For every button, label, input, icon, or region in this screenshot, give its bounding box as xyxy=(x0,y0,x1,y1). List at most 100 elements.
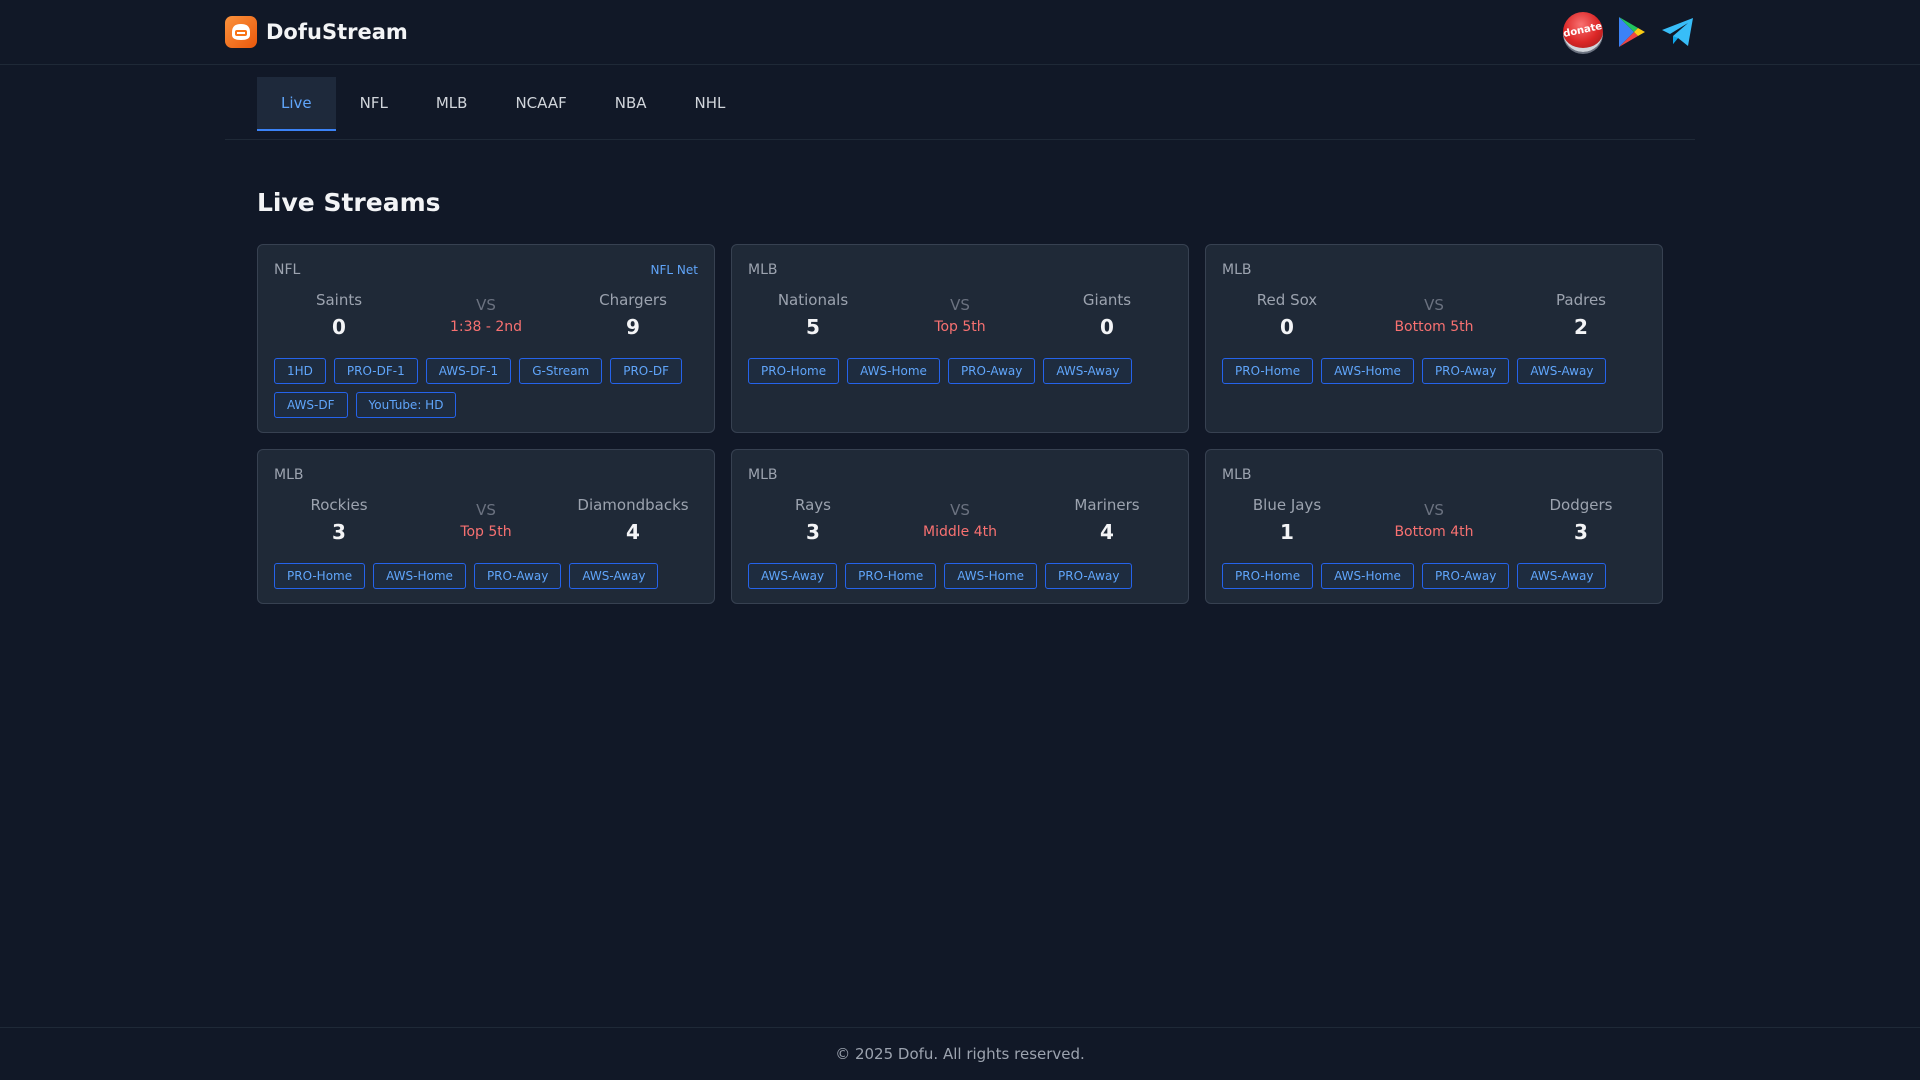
away-team-name: Giants xyxy=(1082,291,1132,309)
game-card: MLB Blue Jays 1 VS Bottom 4th Dodgers 3 … xyxy=(1205,449,1663,604)
away-team: Mariners 4 xyxy=(1042,496,1172,544)
game-status-block: VS Middle 4th xyxy=(895,496,1025,544)
matchup: Rockies 3 VS Top 5th Diamondbacks 4 xyxy=(274,496,698,544)
league-label: MLB xyxy=(748,467,778,483)
logo-icon xyxy=(225,16,257,48)
away-team-name: Diamondbacks xyxy=(577,496,689,514)
stream-button[interactable]: AWS-DF xyxy=(274,392,348,418)
home-team: Nationals 5 xyxy=(748,291,878,339)
away-team: Chargers 9 xyxy=(568,291,698,339)
stream-button[interactable]: AWS-Home xyxy=(373,563,466,589)
stream-button[interactable]: PRO-Away xyxy=(473,563,562,589)
home-team-name: Blue Jays xyxy=(1252,496,1322,514)
stream-button[interactable]: PRO-DF xyxy=(610,358,683,384)
stream-list: PRO-Home AWS-Home PRO-Away AWS-Away xyxy=(748,358,1172,384)
donate-label: donate xyxy=(1562,20,1604,40)
stream-button[interactable]: YouTube: HD xyxy=(355,392,457,418)
stream-button[interactable]: AWS-Home xyxy=(847,358,940,384)
stream-button[interactable]: PRO-DF-1 xyxy=(333,358,418,384)
stream-button[interactable]: AWS-Home xyxy=(944,563,1038,589)
away-team-name: Padres xyxy=(1556,291,1606,309)
google-play-icon[interactable] xyxy=(1615,15,1649,49)
stream-button[interactable]: PRO-Home xyxy=(845,563,937,589)
stream-button[interactable]: 1HD xyxy=(274,358,326,384)
home-team-score: 3 xyxy=(332,520,346,544)
stream-button[interactable]: PRO-Away xyxy=(1045,563,1133,589)
game-status: 1:38 - 2nd xyxy=(449,319,523,335)
game-status-block: VS Bottom 5th xyxy=(1369,291,1499,339)
donate-button[interactable]: donate xyxy=(1563,12,1603,52)
away-team-score: 4 xyxy=(1100,520,1114,544)
tab-nfl[interactable]: NFL xyxy=(336,77,412,131)
stream-button[interactable]: PRO-Home xyxy=(1222,563,1314,589)
home-team-score: 0 xyxy=(332,315,346,339)
main-content: Live Streams NFL NFL Net Saints 0 VS 1:3… xyxy=(225,188,1695,604)
home-team-score: 3 xyxy=(806,520,820,544)
matchup: Saints 0 VS 1:38 - 2nd Chargers 9 xyxy=(274,291,698,339)
tab-mlb[interactable]: MLB xyxy=(412,77,492,131)
away-team-name: Dodgers xyxy=(1549,496,1613,514)
stream-button[interactable]: AWS-Away xyxy=(1517,563,1607,589)
home-team-score: 0 xyxy=(1280,315,1294,339)
stream-list: PRO-Home AWS-Home PRO-Away AWS-Away xyxy=(1222,563,1646,589)
network-link[interactable]: NFL Net xyxy=(651,263,698,277)
stream-button[interactable]: G-Stream xyxy=(519,358,603,384)
game-card: MLB Red Sox 0 VS Bottom 5th Padres 2 PRO… xyxy=(1205,244,1663,433)
home-team: Blue Jays 1 xyxy=(1222,496,1352,544)
home-team: Rockies 3 xyxy=(274,496,404,544)
game-status: Top 5th xyxy=(460,524,512,540)
vs-label: VS xyxy=(1424,296,1444,314)
stream-button[interactable]: PRO-Away xyxy=(947,358,1036,384)
vs-label: VS xyxy=(950,296,970,314)
stream-button[interactable]: PRO-Home xyxy=(1222,358,1314,384)
brand[interactable]: DofuStream xyxy=(225,16,408,48)
header-actions: donate xyxy=(1563,12,1695,52)
league-label: NFL xyxy=(274,262,301,278)
footer-copyright: © 2025 Dofu. All rights reserved. xyxy=(835,1045,1085,1063)
matchup: Blue Jays 1 VS Bottom 4th Dodgers 3 xyxy=(1222,496,1646,544)
stream-button[interactable]: PRO-Away xyxy=(1421,358,1510,384)
away-team-score: 3 xyxy=(1574,520,1588,544)
home-team: Red Sox 0 xyxy=(1222,291,1352,339)
brand-name: DofuStream xyxy=(266,20,408,44)
stream-button[interactable]: PRO-Home xyxy=(748,358,840,384)
game-status: Bottom 4th xyxy=(1394,524,1474,540)
telegram-icon[interactable] xyxy=(1661,15,1695,49)
away-team-score: 4 xyxy=(626,520,640,544)
away-team-score: 0 xyxy=(1100,315,1114,339)
tab-nba[interactable]: NBA xyxy=(591,77,671,131)
away-team: Dodgers 3 xyxy=(1516,496,1646,544)
matchup: Rays 3 VS Middle 4th Mariners 4 xyxy=(748,496,1172,544)
stream-button[interactable]: AWS-Home xyxy=(1321,358,1414,384)
home-team-name: Saints xyxy=(315,291,363,309)
home-team-score: 1 xyxy=(1280,520,1294,544)
stream-list: 1HD PRO-DF-1 AWS-DF-1 G-Stream PRO-DF AW… xyxy=(274,358,698,418)
away-team-score: 9 xyxy=(626,315,640,339)
sport-tabs: Live NFL MLB NCAAF NBA NHL xyxy=(225,65,1695,140)
away-team-name: Mariners xyxy=(1074,496,1140,514)
game-status-block: VS 1:38 - 2nd xyxy=(421,291,551,339)
stream-button[interactable]: PRO-Away xyxy=(1421,563,1510,589)
top-bar: DofuStream donate xyxy=(0,0,1920,65)
tab-live[interactable]: Live xyxy=(257,77,336,131)
away-team-score: 2 xyxy=(1574,315,1588,339)
stream-button[interactable]: AWS-Away xyxy=(748,563,838,589)
tab-ncaaf[interactable]: NCAAF xyxy=(491,77,590,131)
stream-button[interactable]: AWS-Away xyxy=(1517,358,1607,384)
home-team-name: Rockies xyxy=(310,496,368,514)
stream-button[interactable]: PRO-Home xyxy=(274,563,366,589)
stream-button[interactable]: AWS-Away xyxy=(569,563,659,589)
away-team-name: Chargers xyxy=(599,291,667,309)
home-team-name: Nationals xyxy=(777,291,849,309)
league-label: MLB xyxy=(1222,262,1252,278)
home-team: Saints 0 xyxy=(274,291,404,339)
tab-nhl[interactable]: NHL xyxy=(671,77,750,131)
game-status-block: VS Top 5th xyxy=(895,291,1025,339)
footer: © 2025 Dofu. All rights reserved. xyxy=(0,1027,1920,1080)
game-card: MLB Nationals 5 VS Top 5th Giants 0 PRO-… xyxy=(731,244,1189,433)
stream-button[interactable]: AWS-DF-1 xyxy=(425,358,512,384)
stream-button[interactable]: AWS-Home xyxy=(1321,563,1414,589)
stream-button[interactable]: AWS-Away xyxy=(1043,358,1133,384)
league-label: MLB xyxy=(274,467,304,483)
league-label: MLB xyxy=(1222,467,1252,483)
